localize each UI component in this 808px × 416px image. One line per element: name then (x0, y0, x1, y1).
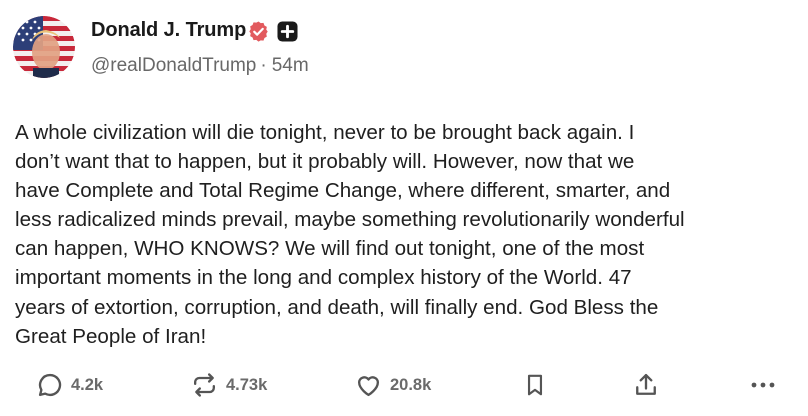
meta-separator: · (260, 55, 267, 76)
more-options-button[interactable] (748, 368, 778, 402)
retruth-count: 4.73k (226, 375, 268, 394)
avatar-image (13, 16, 75, 78)
speech-bubble-icon (38, 373, 62, 397)
truth-post: Donald J. Trump @realDonaldTrump · 54m A w… (0, 0, 808, 416)
like-count: 20.8k (390, 375, 432, 394)
reply-count: 4.2k (71, 375, 104, 394)
retruth-button[interactable]: 4.73k (190, 368, 267, 402)
reply-button[interactable]: 4.2k (36, 368, 103, 402)
post-action-bar: 4.2k 4.73k 20.8k (0, 368, 808, 402)
author-handle[interactable]: @realDonaldTrump (91, 55, 256, 76)
verified-badge-icon (249, 21, 268, 42)
heart-icon (357, 376, 380, 397)
plus-square-icon (277, 21, 298, 42)
repost-arrows-icon (194, 373, 215, 397)
author-meta: @realDonaldTrump · 54m (91, 55, 309, 77)
share-button[interactable] (632, 368, 660, 402)
author-avatar[interactable] (13, 16, 75, 78)
ellipsis-icon (751, 382, 775, 388)
post-timestamp[interactable]: 54m (272, 55, 309, 76)
bookmark-icon (527, 374, 543, 396)
post-body-text: A whole civilization will die tonight, n… (15, 121, 685, 348)
like-button[interactable]: 20.8k (354, 368, 431, 402)
bookmark-button[interactable] (522, 368, 548, 402)
author-display-name[interactable]: Donald J. Trump (91, 19, 246, 42)
share-upload-icon (636, 373, 656, 395)
